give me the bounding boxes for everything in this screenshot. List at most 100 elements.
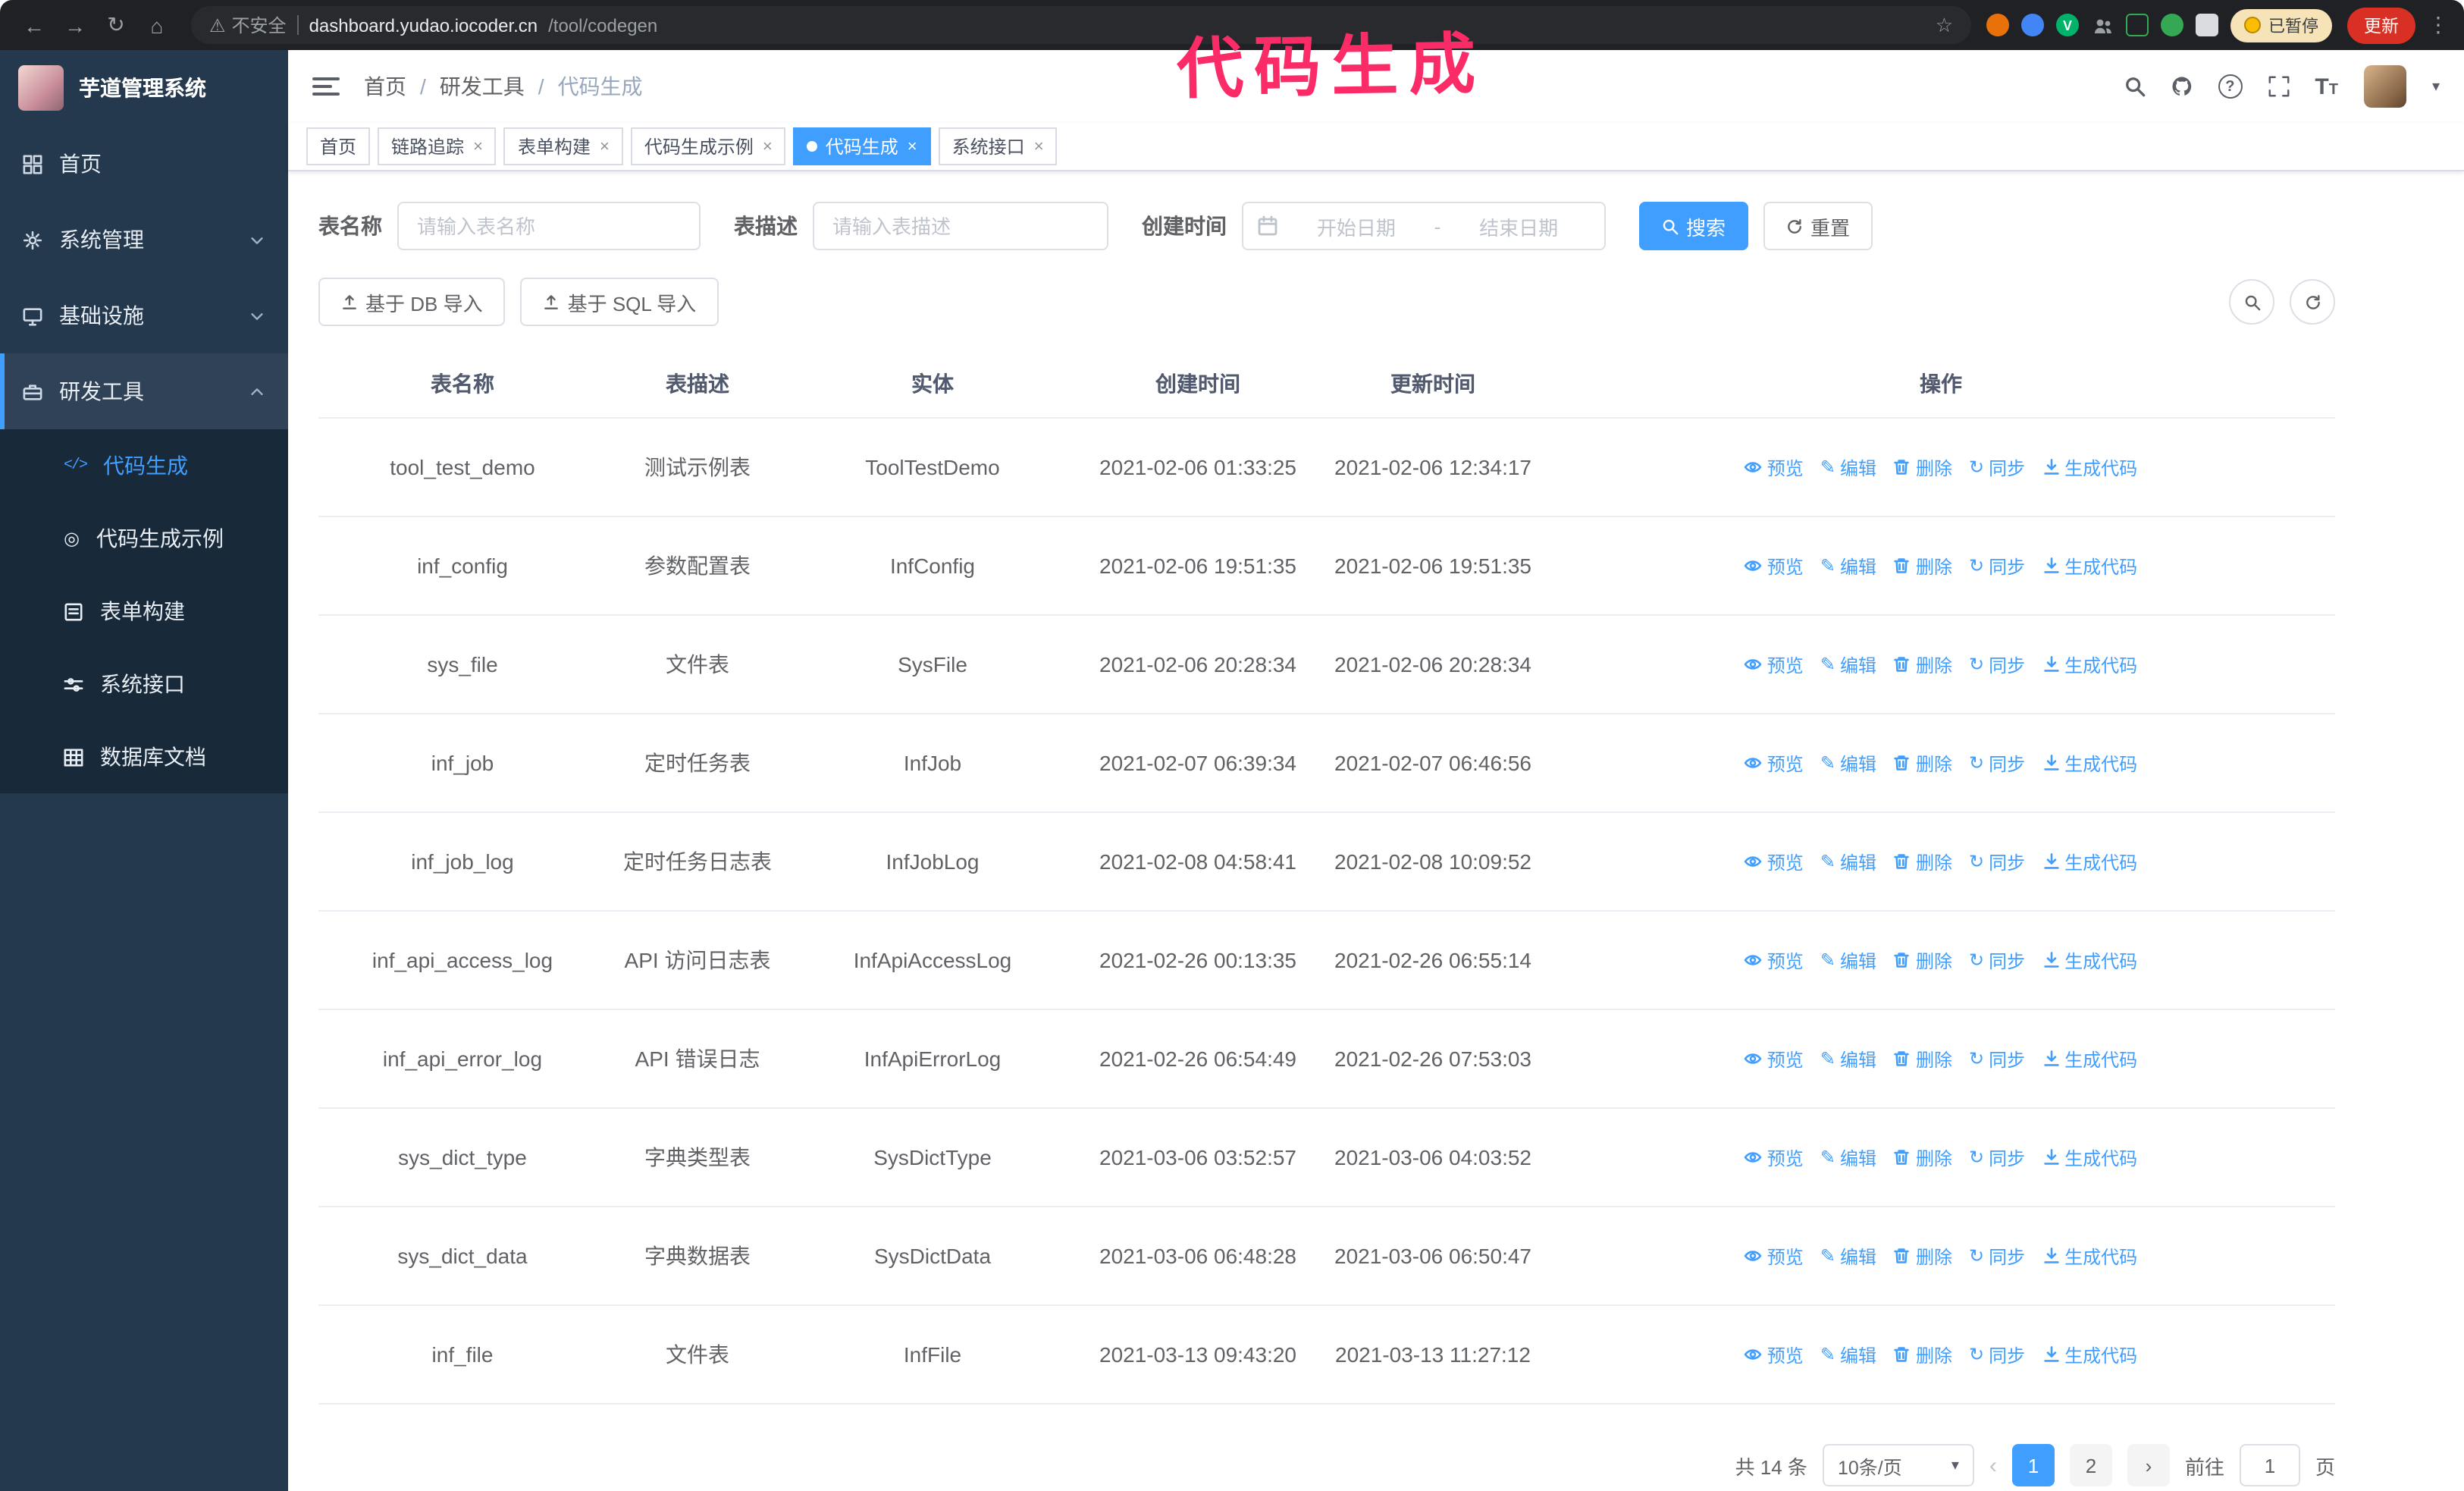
avatar-caret-icon[interactable]: ▾ <box>2432 78 2440 95</box>
sidebar-item-codegen[interactable]: </> 代码生成 <box>0 429 288 502</box>
browser-update-button[interactable]: 更新 <box>2347 7 2415 43</box>
goto-page-input[interactable] <box>2239 1444 2300 1486</box>
generate-code-link[interactable]: 生成代码 <box>2042 553 2137 579</box>
extension-icon[interactable] <box>2161 14 2183 36</box>
sync-link[interactable]: ↻ 同步 <box>1969 947 2025 973</box>
close-icon[interactable]: × <box>1034 137 1044 155</box>
prev-page-button[interactable]: ‹ <box>1989 1452 1997 1478</box>
sidebar-item-system[interactable]: 系统管理 <box>0 202 288 278</box>
extensions-puzzle-icon[interactable] <box>2196 14 2218 36</box>
preview-link[interactable]: 预览 <box>1745 651 1804 677</box>
tab-home[interactable]: 首页 <box>306 127 371 165</box>
preview-link[interactable]: 预览 <box>1745 947 1804 973</box>
sync-link[interactable]: ↻ 同步 <box>1969 1342 2025 1367</box>
delete-link[interactable]: 删除 <box>1893 1144 1952 1170</box>
sidebar-item-home[interactable]: 首页 <box>0 126 288 202</box>
import-sql-button[interactable]: 基于 SQL 导入 <box>520 278 719 326</box>
delete-link[interactable]: 删除 <box>1893 750 1952 776</box>
generate-code-link[interactable]: 生成代码 <box>2042 947 2137 973</box>
edit-link[interactable]: ✎ 编辑 <box>1820 454 1876 480</box>
hamburger-icon[interactable] <box>312 77 340 96</box>
font-size-icon[interactable]: TT <box>2315 74 2338 99</box>
edit-link[interactable]: ✎ 编辑 <box>1820 849 1876 874</box>
toggle-search-button[interactable] <box>2229 279 2274 325</box>
close-icon[interactable]: × <box>763 137 773 155</box>
page-button-2[interactable]: 2 <box>2069 1444 2112 1486</box>
next-page-button[interactable]: › <box>2127 1444 2170 1486</box>
address-bar[interactable]: ⚠ 不安全 dashboard.yudao.iocoder.cn/tool/co… <box>191 6 1971 44</box>
fullscreen-icon[interactable] <box>2268 76 2289 97</box>
security-warning[interactable]: ⚠ 不安全 <box>209 12 287 38</box>
table-name-input[interactable] <box>397 202 701 250</box>
delete-link[interactable]: 删除 <box>1893 454 1952 480</box>
search-icon[interactable] <box>2124 76 2145 97</box>
delete-link[interactable]: 删除 <box>1893 1243 1952 1269</box>
reset-button[interactable]: 重置 <box>1763 202 1873 250</box>
breadcrumb-devtools[interactable]: 研发工具 <box>440 71 525 102</box>
browser-home-button[interactable]: ⌂ <box>138 6 176 44</box>
preview-link[interactable]: 预览 <box>1745 849 1804 874</box>
date-range-picker[interactable]: 开始日期 - 结束日期 <box>1242 202 1606 250</box>
sync-link[interactable]: ↻ 同步 <box>1969 849 2025 874</box>
sidebar-item-codegen-example[interactable]: ◎ 代码生成示例 <box>0 502 288 575</box>
preview-link[interactable]: 预览 <box>1745 1342 1804 1367</box>
bookmark-star-icon[interactable]: ☆ <box>1936 13 1953 37</box>
sidebar-item-form-builder[interactable]: 表单构建 <box>0 575 288 648</box>
end-date-placeholder[interactable]: 结束日期 <box>1447 212 1591 240</box>
sidebar-item-db-doc[interactable]: 数据库文档 <box>0 720 288 793</box>
page-size-select[interactable]: 10条/页 ▾ <box>1822 1444 1974 1486</box>
profile-paused-chip[interactable]: 已暂停 <box>2230 8 2332 42</box>
preview-link[interactable]: 预览 <box>1745 750 1804 776</box>
extensions-people-icon[interactable] <box>2091 14 2114 36</box>
delete-link[interactable]: 删除 <box>1893 1046 1952 1072</box>
edit-link[interactable]: ✎ 编辑 <box>1820 651 1876 677</box>
preview-link[interactable]: 预览 <box>1745 1144 1804 1170</box>
delete-link[interactable]: 删除 <box>1893 1342 1952 1367</box>
browser-reload-button[interactable]: ↻ <box>97 6 135 44</box>
preview-link[interactable]: 预览 <box>1745 1046 1804 1072</box>
edit-link[interactable]: ✎ 编辑 <box>1820 1046 1876 1072</box>
sidebar-item-devtools[interactable]: 研发工具 <box>0 353 288 429</box>
refresh-table-button[interactable] <box>2290 279 2335 325</box>
generate-code-link[interactable]: 生成代码 <box>2042 1342 2137 1367</box>
delete-link[interactable]: 删除 <box>1893 553 1952 579</box>
extension-icon[interactable] <box>2126 14 2149 36</box>
delete-link[interactable]: 删除 <box>1893 947 1952 973</box>
edit-link[interactable]: ✎ 编辑 <box>1820 947 1876 973</box>
sync-link[interactable]: ↻ 同步 <box>1969 750 2025 776</box>
sidebar-logo[interactable]: 芋道管理系统 <box>0 50 288 126</box>
edit-link[interactable]: ✎ 编辑 <box>1820 553 1876 579</box>
tab-codegen-example[interactable]: 代码生成示例 × <box>630 127 786 165</box>
sync-link[interactable]: ↻ 同步 <box>1969 1144 2025 1170</box>
sidebar-item-api[interactable]: 系统接口 <box>0 648 288 720</box>
close-icon[interactable]: × <box>600 137 610 155</box>
table-desc-input[interactable] <box>813 202 1108 250</box>
edit-link[interactable]: ✎ 编辑 <box>1820 1342 1876 1367</box>
edit-link[interactable]: ✎ 编辑 <box>1820 1243 1876 1269</box>
generate-code-link[interactable]: 生成代码 <box>2042 1046 2137 1072</box>
preview-link[interactable]: 预览 <box>1745 454 1804 480</box>
sidebar-item-infra[interactable]: 基础设施 <box>0 278 288 353</box>
tab-codegen[interactable]: 代码生成 × <box>793 127 931 165</box>
generate-code-link[interactable]: 生成代码 <box>2042 454 2137 480</box>
user-avatar[interactable] <box>2363 65 2406 108</box>
preview-link[interactable]: 预览 <box>1745 1243 1804 1269</box>
browser-forward-button[interactable]: → <box>56 6 94 44</box>
preview-link[interactable]: 预览 <box>1745 553 1804 579</box>
generate-code-link[interactable]: 生成代码 <box>2042 750 2137 776</box>
tab-tracing[interactable]: 链路追踪 × <box>378 127 497 165</box>
delete-link[interactable]: 删除 <box>1893 651 1952 677</box>
delete-link[interactable]: 删除 <box>1893 849 1952 874</box>
sync-link[interactable]: ↻ 同步 <box>1969 1243 2025 1269</box>
start-date-placeholder[interactable]: 开始日期 <box>1284 212 1428 240</box>
browser-menu-icon[interactable]: ⋮ <box>2428 12 2449 38</box>
generate-code-link[interactable]: 生成代码 <box>2042 1144 2137 1170</box>
tab-api[interactable]: 系统接口 × <box>938 127 1058 165</box>
generate-code-link[interactable]: 生成代码 <box>2042 1243 2137 1269</box>
search-button[interactable]: 搜索 <box>1639 202 1749 250</box>
breadcrumb-home[interactable]: 首页 <box>364 71 406 102</box>
edit-link[interactable]: ✎ 编辑 <box>1820 750 1876 776</box>
generate-code-link[interactable]: 生成代码 <box>2042 849 2137 874</box>
page-button-1[interactable]: 1 <box>2011 1444 2055 1486</box>
tab-form-builder[interactable]: 表单构建 × <box>503 127 623 165</box>
